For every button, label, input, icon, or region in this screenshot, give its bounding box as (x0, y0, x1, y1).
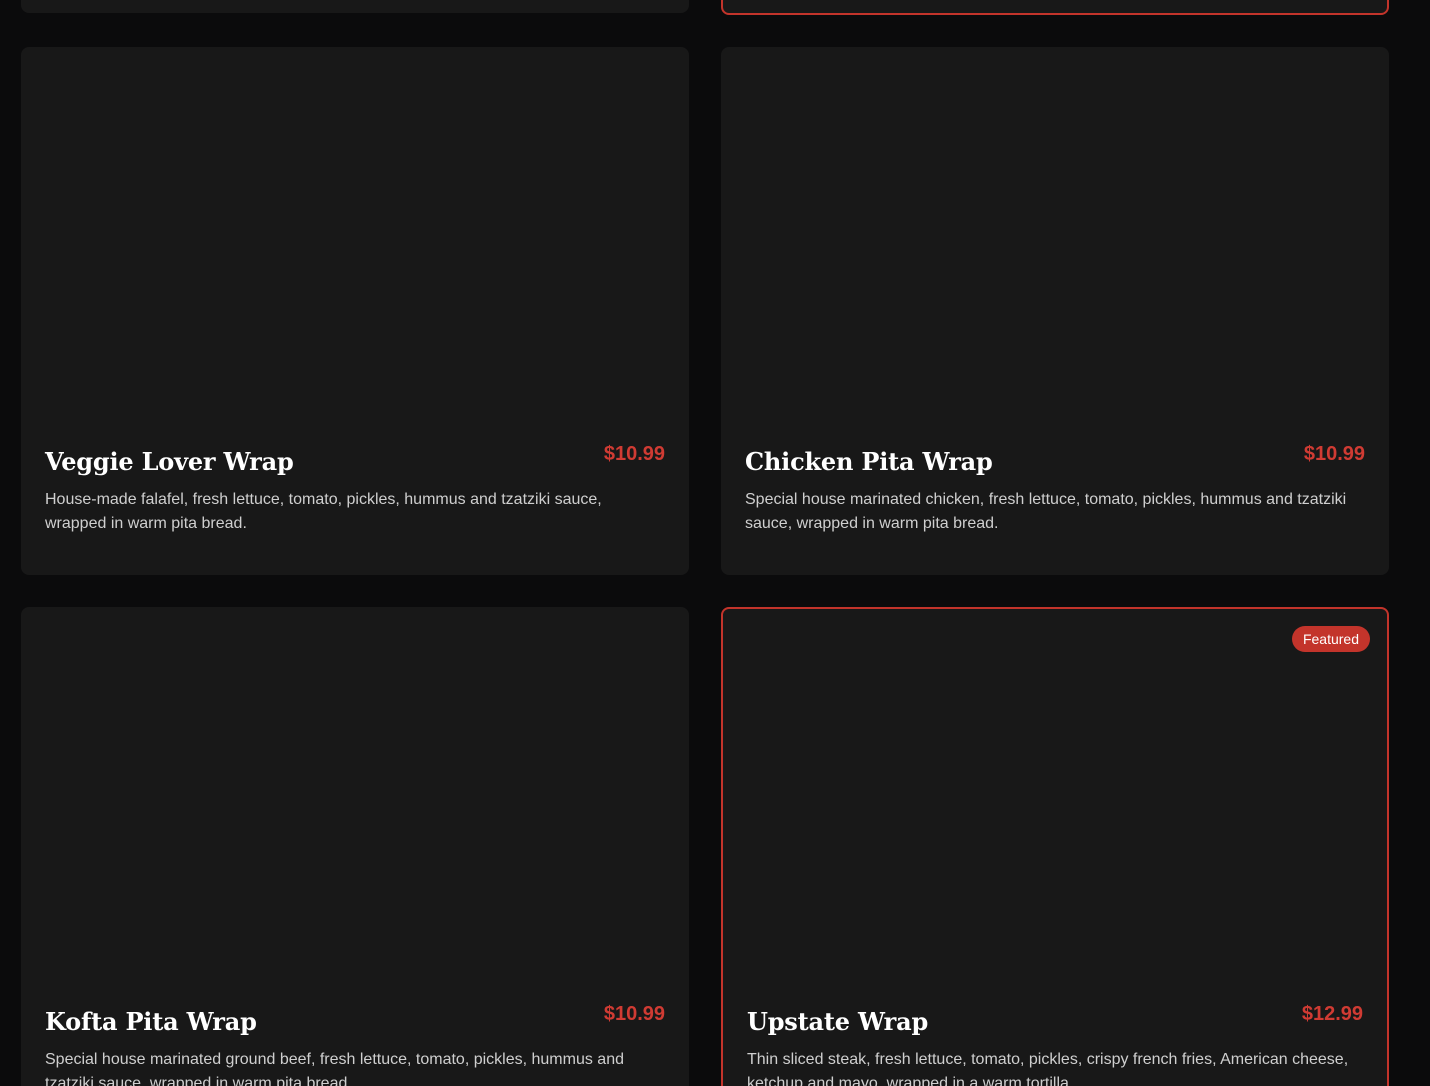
item-description: Thin sliced steak, fresh lettuce, tomato… (747, 1051, 1349, 1086)
menu-card-upstate-wrap[interactable]: Featured Upstate Wrap $12.99 Thin sliced… (721, 607, 1389, 1086)
menu-card-chicken-pita-wrap[interactable]: Chicken Pita Wrap $10.99 Special house m… (721, 47, 1389, 575)
item-description: House-made falafel, fresh lettuce, tomat… (45, 491, 602, 532)
menu-grid: Veggie Lover Wrap $10.99 House-made fala… (0, 0, 1430, 1086)
item-price: $10.99 (1303, 443, 1365, 465)
item-title: Kofta Pita Wrap (45, 1007, 257, 1036)
item-description: Special house marinated ground beef, fre… (45, 1051, 624, 1086)
menu-card-partial-right-featured[interactable] (721, 0, 1389, 15)
item-title: Upstate Wrap (747, 1007, 929, 1036)
featured-badge: Featured (1291, 626, 1370, 652)
item-title: Veggie Lover Wrap (45, 447, 294, 476)
item-price: $12.99 (1301, 1003, 1363, 1025)
item-description: Special house marinated chicken, fresh l… (745, 491, 1347, 532)
menu-card-kofta-pita-wrap[interactable]: Kofta Pita Wrap $10.99 Special house mar… (21, 607, 689, 1086)
menu-card-partial-left[interactable] (21, 0, 689, 13)
item-price: $10.99 (603, 443, 665, 465)
menu-card-veggie-lover-wrap[interactable]: Veggie Lover Wrap $10.99 House-made fala… (21, 47, 689, 575)
item-title: Chicken Pita Wrap (745, 447, 993, 476)
item-price: $10.99 (603, 1003, 665, 1025)
